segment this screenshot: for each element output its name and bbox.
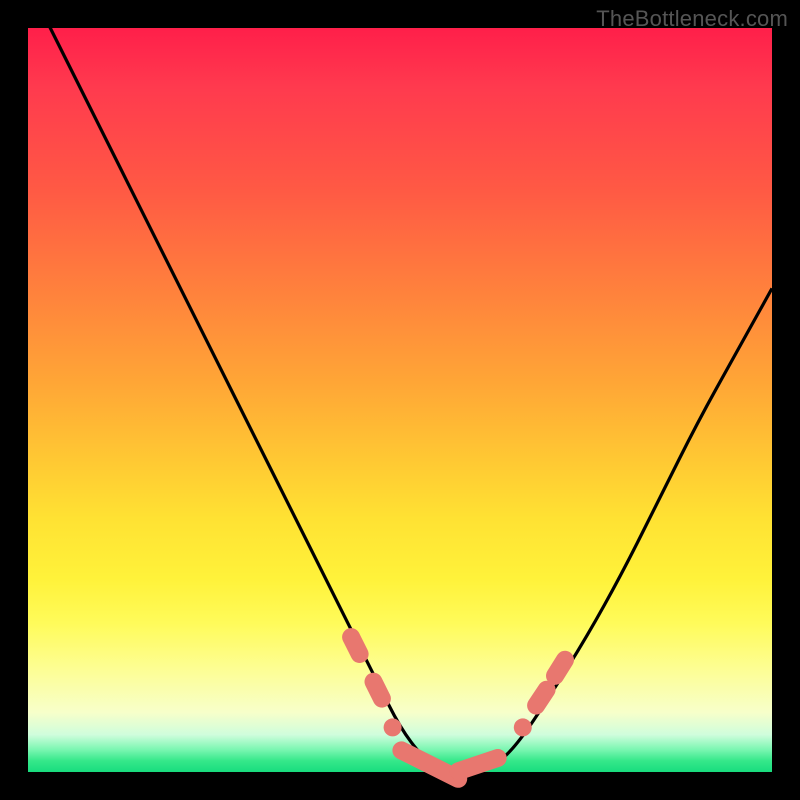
plot-area bbox=[28, 28, 772, 772]
curve-marker bbox=[514, 718, 532, 736]
bottleneck-curve bbox=[28, 0, 772, 772]
curve-marker bbox=[555, 660, 565, 676]
outer-frame: TheBottleneck.com bbox=[0, 0, 800, 800]
curve-marker bbox=[536, 690, 547, 706]
curve-marker bbox=[384, 718, 402, 736]
curve-layer bbox=[28, 28, 772, 772]
curve-marker bbox=[374, 682, 382, 699]
curve-marker bbox=[401, 750, 458, 778]
curve-marker bbox=[351, 637, 360, 654]
curve-marker bbox=[459, 758, 498, 771]
marker-layer bbox=[351, 637, 565, 779]
